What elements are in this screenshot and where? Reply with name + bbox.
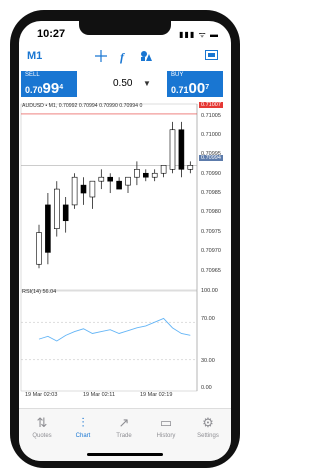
candle-body (45, 204, 51, 253)
buy-button[interactable]: BUY 0.71007 (167, 71, 223, 97)
candle-body (98, 176, 105, 182)
indicators-button[interactable]: f (120, 50, 124, 65)
app-screen: 10:27 ▮▮▮ ᯤ ▬ M1 f SELL 0.70994 0.50 ▼ B… (19, 21, 231, 461)
y-tick: 0.70985 (201, 190, 221, 196)
y-tick: 0.70995 (201, 151, 221, 157)
buy-label: BUY (171, 72, 184, 78)
one-click-trading-panel: SELL 0.70994 0.50 ▼ BUY 0.71007 (19, 69, 231, 99)
volume-dropdown-icon: ▼ (143, 79, 151, 88)
tab-history[interactable]: ▭ History (145, 415, 187, 439)
sell-label: SELL (25, 72, 40, 78)
history-icon: ▭ (159, 415, 173, 430)
tab-label: Settings (197, 433, 219, 439)
candle-body (134, 169, 140, 178)
notch (79, 21, 171, 35)
red-price-label: 0.71007 (199, 102, 223, 108)
candle-body (36, 232, 42, 265)
candle-body (53, 188, 60, 229)
tab-label: History (156, 433, 176, 439)
candle-body (71, 176, 78, 206)
sell-price: 0.70994 (25, 80, 64, 97)
status-time: 10:27 (37, 28, 66, 40)
candle-body (62, 204, 69, 222)
candle-body (151, 172, 158, 178)
candle-body (125, 176, 131, 186)
candle-body (116, 180, 122, 190)
rsi-label: RSI(14) 56.04 (22, 289, 57, 295)
x-tick: 19 Mar 02:11 (83, 392, 116, 398)
messages-icon[interactable] (205, 50, 218, 64)
x-tick: 19 Mar 02:19 (140, 392, 173, 398)
volume-value: 0.50 (113, 78, 133, 89)
tab-label: Trade (116, 433, 132, 439)
y-tick: 0.71005 (201, 113, 221, 119)
volume-selector[interactable]: 0.50 ▼ (99, 73, 155, 95)
candle-body (178, 129, 185, 170)
candle-body (107, 176, 113, 182)
buy-price: 0.71007 (171, 80, 210, 97)
y-tick: 0.70965 (201, 268, 221, 274)
y-tick: 0.70980 (201, 209, 221, 215)
rsi-tick: 100.00 (201, 288, 218, 294)
tab-settings[interactable]: ⚙ Settings (187, 415, 229, 439)
trade-icon: ↗ (118, 415, 130, 430)
signal-wifi-battery-icon: ▮▮▮ ᯤ ▬ (179, 30, 219, 39)
rsi-pane-border (20, 290, 198, 392)
quotes-icon: ⇅ (36, 415, 48, 430)
y-tick: 0.71000 (201, 132, 221, 138)
x-tick: 19 Mar 02:03 (25, 392, 58, 398)
rsi-tick: 0.00 (201, 385, 212, 391)
sell-button[interactable]: SELL 0.70994 (21, 71, 77, 97)
y-tick: 0.70990 (201, 171, 221, 177)
tab-label: Quotes (32, 433, 52, 439)
y-tick: 0.70975 (201, 229, 221, 235)
candle-body (160, 165, 167, 174)
tab-quotes[interactable]: ⇅ Quotes (21, 415, 63, 439)
y-tick: 0.70970 (201, 248, 221, 254)
objects-icon[interactable] (140, 50, 153, 65)
candle-body (80, 184, 87, 194)
tab-label: Chart (75, 433, 91, 439)
candle-body (187, 165, 194, 170)
settings-icon: ⚙ (202, 415, 214, 430)
candle-body (89, 180, 96, 198)
candle-body (169, 129, 176, 170)
crosshair-icon[interactable] (95, 50, 107, 65)
chart-symbol-info: AUDUSD • M1, 0.70992 0.70994 0.70990 0.7… (22, 103, 143, 109)
rsi-tick: 30.00 (201, 358, 215, 364)
rsi-line (38, 317, 191, 342)
home-indicator (87, 453, 163, 456)
tab-trade[interactable]: ↗ Trade (103, 415, 145, 439)
timeframe-button[interactable]: M1 (27, 50, 42, 62)
chart-icon: ⫶ (81, 415, 85, 430)
tab-chart[interactable]: ⫶ Chart (62, 415, 104, 439)
rsi-tick: 70.00 (201, 316, 215, 322)
price-chart[interactable] (19, 100, 231, 406)
candle-body (143, 172, 149, 178)
chart-toolbar: M1 f (19, 47, 231, 69)
status-bar: 10:27 ▮▮▮ ᯤ ▬ (19, 21, 231, 45)
